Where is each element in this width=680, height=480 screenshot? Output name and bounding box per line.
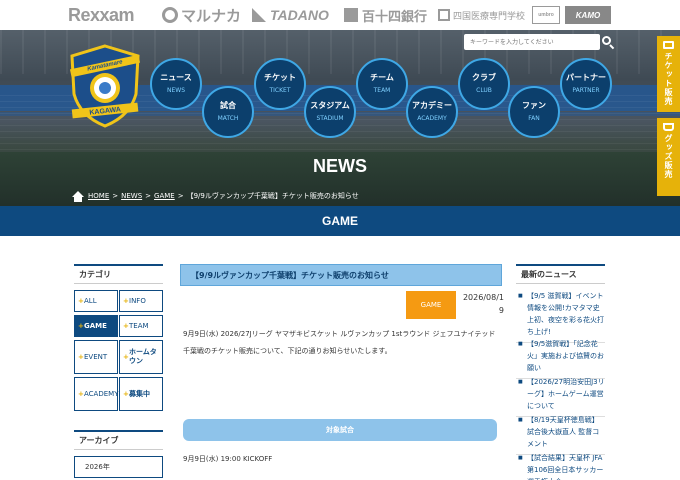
archive-heading: アーカイブ: [74, 430, 163, 450]
breadcrumb-current: 【9/9ルヴァンカップ千葉戦】チケット販売のお知らせ: [186, 192, 359, 200]
nav-fan[interactable]: ファン FAN: [508, 86, 560, 138]
search-icon[interactable]: [602, 36, 615, 50]
category-badge[interactable]: GAME: [406, 291, 456, 319]
sponsor-bar: Rexxam マルナカ TADANO 百十四銀行 四国医療専門学校 umbro …: [0, 0, 680, 30]
category-heading: カテゴリ: [74, 264, 163, 284]
search-input[interactable]: [464, 34, 600, 50]
breadcrumb: HOME > NEWS > GAME > 【9/9ルヴァンカップ千葉戦】チケット…: [72, 189, 359, 203]
category-all[interactable]: ALL: [74, 290, 118, 312]
club-logo[interactable]: Kamatamare KAGAWA: [66, 44, 144, 128]
latest-news-heading: 最新のニュース: [516, 264, 605, 284]
news-item[interactable]: 【2026/27明治安田J3リーグ】ホームゲーム運営について: [516, 376, 605, 417]
sponsor-logo-marunaka[interactable]: マルナカ: [162, 6, 241, 25]
breadcrumb-news[interactable]: NEWS: [121, 192, 142, 200]
section-title: GAME: [0, 206, 680, 236]
news-item[interactable]: 【9/5 滋賀戦】イベント情報を公開!カマタマ史上初、夜空を彩る花火打ち上げ!: [516, 290, 605, 343]
target-match-heading: 対象試合: [183, 419, 497, 441]
article-date: 2026/08/19: [462, 293, 504, 315]
cart-icon: [663, 123, 674, 131]
breadcrumb-home[interactable]: HOME: [88, 192, 109, 200]
news-item[interactable]: 【試合結果】天皇杯 JFA 第106回全日本サッカー選手権大会: [516, 452, 605, 480]
news-item[interactable]: 【8/19天皇杯徳島戦】試合後大嶽直人 監督コメント: [516, 414, 605, 455]
nav-news[interactable]: ニュース NEWS: [150, 58, 202, 110]
category-event[interactable]: EVENT: [74, 340, 118, 374]
sponsor-logo-umbro[interactable]: umbro: [532, 6, 560, 24]
category-recruiting[interactable]: 募集中: [119, 377, 163, 411]
nav-ticket[interactable]: チケット TICKET: [254, 58, 306, 110]
sponsor-logo-rexxam[interactable]: Rexxam: [68, 5, 135, 25]
category-academy[interactable]: ACADEMY: [74, 377, 118, 411]
category-hometown[interactable]: ホームタウン: [119, 340, 163, 374]
breadcrumb-game[interactable]: GAME: [154, 192, 175, 200]
page-title: NEWS: [313, 156, 367, 176]
archive-year-2026[interactable]: 2026年: [74, 456, 163, 478]
side-tab-goods[interactable]: グッズ販売: [657, 118, 680, 196]
sponsor-logo-tadano[interactable]: TADANO: [252, 6, 329, 24]
article-title: 【9/9ルヴァンカップ千葉戦】チケット販売のお知らせ: [180, 264, 502, 286]
news-item[interactable]: 【9/5滋賀戦】「記念花火」実施および協賛のお願い: [516, 338, 605, 379]
home-icon: [72, 190, 84, 202]
category-team[interactable]: TEAM: [119, 315, 163, 337]
nav-club[interactable]: クラブ CLUB: [458, 58, 510, 110]
category-game[interactable]: GAME: [74, 315, 118, 337]
nav-academy[interactable]: アカデミー ACADEMY: [406, 86, 458, 138]
category-info[interactable]: INFO: [119, 290, 163, 312]
nav-stadium[interactable]: スタジアム STADIUM: [304, 86, 356, 138]
nav-partner[interactable]: パートナー PARTNER: [560, 58, 612, 110]
sponsor-logo-114bank[interactable]: 百十四銀行: [344, 6, 427, 24]
sponsor-logo-kamo[interactable]: KAMO: [565, 6, 611, 24]
nav-team[interactable]: チーム TEAM: [356, 58, 408, 110]
kickoff-text: 9月9日(水) 19:00 KICKOFF: [183, 455, 273, 463]
ticket-icon: [663, 41, 674, 49]
side-tab-ticket[interactable]: チケット販売: [657, 36, 680, 112]
nav-match[interactable]: 試合 MATCH: [202, 86, 254, 138]
sponsor-logo-shikoku-iryo[interactable]: 四国医療専門学校: [438, 6, 525, 24]
article-body: 9月9日(水) 2026/27Jリーグ ヤマザキビスケット ルヴァンカップ 1s…: [183, 330, 496, 355]
